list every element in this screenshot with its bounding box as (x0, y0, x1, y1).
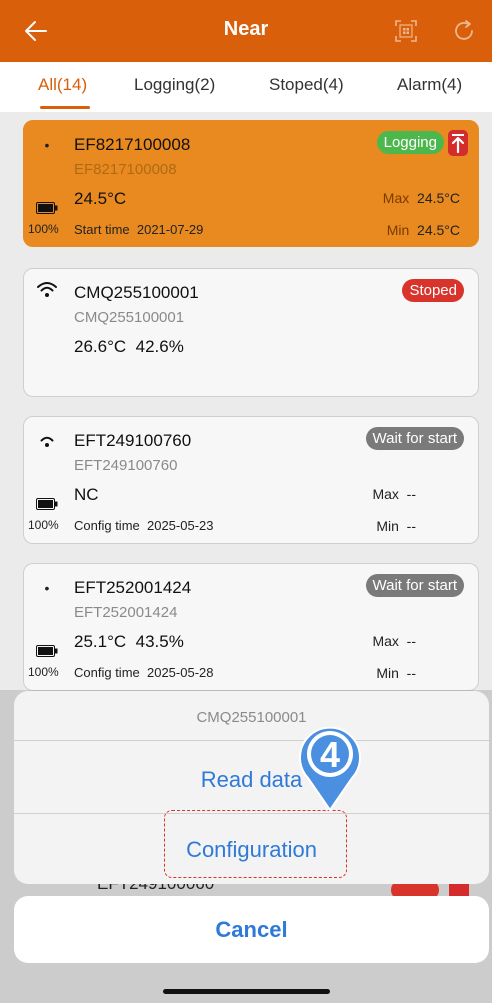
min-reading: Min -- (376, 518, 416, 534)
battery-indicator: 100% (28, 645, 64, 681)
device-serial-sub: EFT249100760 (74, 457, 178, 474)
filter-tabs: All(14) Logging(2) Stoped(4) Alarm(4) (0, 62, 492, 112)
max-label: Max (382, 190, 410, 206)
action-sheet-title: CMQ255100001 (196, 709, 307, 726)
config-time: Config time 2025-05-28 (74, 665, 213, 680)
config-time: Config time 2025-05-23 (74, 518, 213, 533)
battery-icon (36, 202, 58, 214)
time-value: 2025-05-28 (146, 665, 214, 680)
min-label: Min (376, 518, 399, 534)
time-label: Config time (74, 665, 140, 680)
max-label: Max (372, 633, 399, 649)
min-label: Min (386, 222, 410, 238)
nav-bar: Near (0, 0, 492, 62)
active-tab-indicator (40, 106, 90, 109)
device-card[interactable]: • EF8217100008 EF8217100008 24.5°C 100% … (23, 120, 479, 247)
status-badge: Wait for start (365, 574, 464, 597)
time-value: 2025-05-23 (146, 518, 214, 533)
min-reading: Min -- (376, 665, 416, 681)
min-value: -- (406, 518, 416, 534)
time-label: Config time (74, 518, 140, 533)
min-label: Min (376, 665, 399, 681)
tab-alarm[interactable]: Alarm(4) (397, 75, 462, 95)
page-title: Near (223, 18, 269, 40)
max-reading: Max 24.5°C (383, 190, 460, 206)
status-badge: Wait for start (365, 427, 464, 450)
battery-percent: 100% (28, 222, 59, 236)
device-card[interactable]: EFT249100760 EFT249100760 NC 100% Config… (23, 416, 479, 544)
start-time: Start time 2021-07-29 (74, 222, 203, 237)
step-marker-pin-icon: 4 (299, 726, 361, 812)
battery-indicator: 100% (28, 202, 64, 238)
signal-dot-icon: • (44, 137, 50, 153)
device-reading: NC (74, 485, 99, 504)
device-reading: 25.1°C 43.5% (74, 632, 184, 651)
max-reading: Max -- (372, 486, 416, 502)
max-value: 24.5°C (417, 190, 460, 206)
wifi-small-icon (40, 436, 54, 447)
status-badge: Logging (376, 131, 444, 154)
tab-all[interactable]: All(14) (38, 75, 87, 95)
min-value: 24.5°C (417, 222, 460, 238)
min-value: -- (406, 665, 416, 681)
time-label: Start time (74, 222, 130, 237)
max-value: -- (406, 633, 416, 649)
device-serial-sub: EF8217100008 (74, 161, 177, 178)
scan-icon[interactable] (395, 20, 417, 42)
divider (14, 740, 489, 741)
time-value: 2021-07-29 (136, 222, 204, 237)
battery-percent: 100% (28, 665, 59, 679)
upload-alert-button[interactable] (448, 130, 468, 156)
device-card[interactable]: • EFT252001424 EFT252001424 25.1°C 43.5%… (23, 563, 479, 691)
battery-indicator: 100% (28, 498, 64, 534)
wifi-icon (37, 282, 57, 297)
device-reading: 24.5°C (74, 189, 127, 208)
battery-icon (36, 498, 58, 510)
battery-icon (36, 645, 58, 657)
tab-stoped[interactable]: Stoped(4) (269, 75, 344, 95)
device-reading: 26.6°C 42.6% (74, 337, 184, 356)
max-reading: Max -- (372, 633, 416, 649)
signal-dot-icon: • (44, 580, 50, 596)
tab-logging[interactable]: Logging(2) (134, 75, 215, 95)
min-reading: Min 24.5°C (387, 222, 460, 238)
device-serial-sub: EFT252001424 (74, 604, 178, 621)
home-indicator (163, 989, 330, 994)
device-serial: EF8217100008 (74, 135, 191, 154)
max-label: Max (372, 486, 399, 502)
read-data-button[interactable]: Read data (14, 767, 489, 793)
status-badge: Stoped (402, 279, 464, 302)
refresh-icon[interactable] (452, 19, 476, 43)
configuration-highlight (164, 810, 347, 878)
arrow-up-icon (451, 134, 465, 154)
device-card[interactable]: CMQ255100001 CMQ255100001 26.6°C 42.6% S… (23, 268, 479, 397)
battery-percent: 100% (28, 518, 59, 532)
device-serial: CMQ255100001 (74, 283, 199, 302)
device-serial: EFT252001424 (74, 578, 192, 597)
cancel-button[interactable]: Cancel (14, 896, 489, 963)
step-number: 4 (320, 734, 340, 775)
device-serial-sub: CMQ255100001 (74, 309, 185, 326)
max-value: -- (406, 486, 416, 502)
device-serial: EFT249100760 (74, 431, 192, 450)
